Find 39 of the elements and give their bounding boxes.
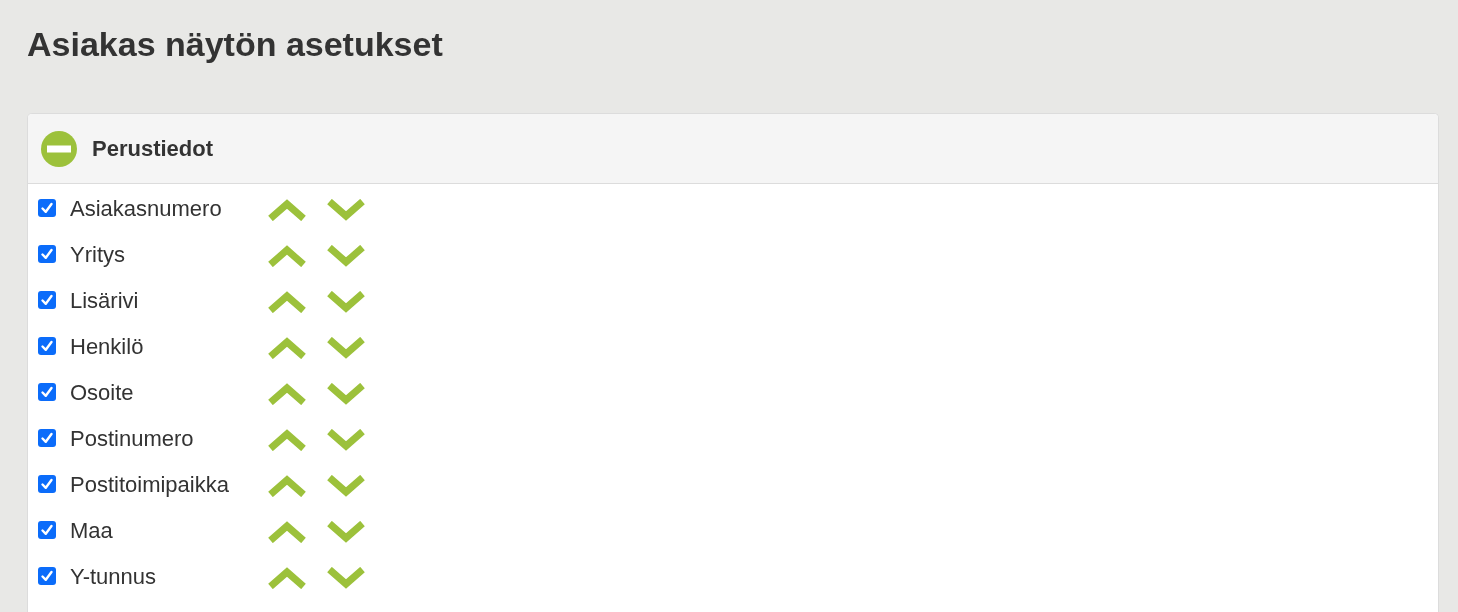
field-label: Yritys <box>70 242 126 268</box>
chevron-down-icon[interactable] <box>327 429 365 451</box>
chevron-down-icon[interactable] <box>327 383 365 405</box>
checkbox[interactable] <box>38 474 56 493</box>
checkbox[interactable] <box>38 382 56 401</box>
chevron-up-icon[interactable] <box>268 475 306 497</box>
field-label: Postinumero <box>70 426 195 452</box>
chevron-up-icon[interactable] <box>268 521 306 543</box>
chevron-up-icon[interactable] <box>268 429 306 451</box>
checkbox[interactable] <box>38 198 56 217</box>
field-label: Lisärivi <box>70 288 140 314</box>
field-label: Postitoimipaikka <box>70 472 230 498</box>
chevron-down-icon[interactable] <box>327 245 365 267</box>
minus-icon[interactable] <box>41 130 77 167</box>
chevron-down-icon[interactable] <box>327 567 365 589</box>
chevron-down-icon[interactable] <box>327 199 365 221</box>
chevron-up-icon[interactable] <box>268 245 306 267</box>
checkbox[interactable] <box>38 520 56 539</box>
checkbox[interactable] <box>38 428 56 447</box>
page-title: Asiakas näytön asetukset <box>27 24 443 64</box>
chevron-up-icon[interactable] <box>268 199 306 221</box>
field-label: Maa <box>70 518 114 544</box>
field-label: Y-tunnus <box>70 564 158 590</box>
checkbox[interactable] <box>38 336 56 355</box>
field-label: Osoite <box>70 380 135 406</box>
checkbox[interactable] <box>38 566 56 585</box>
chevron-down-icon[interactable] <box>327 475 365 497</box>
checkbox[interactable] <box>38 290 56 309</box>
chevron-up-icon[interactable] <box>268 291 306 313</box>
field-label: Asiakasnumero <box>70 196 223 222</box>
chevron-down-icon[interactable] <box>327 521 365 543</box>
field-label: Henkilö <box>70 334 145 360</box>
chevron-down-icon[interactable] <box>327 291 365 313</box>
section-title: Perustiedot <box>92 135 214 162</box>
chevron-up-icon[interactable] <box>268 337 306 359</box>
chevron-up-icon[interactable] <box>268 567 306 589</box>
chevron-down-icon[interactable] <box>327 337 365 359</box>
chevron-up-icon[interactable] <box>268 383 306 405</box>
checkbox[interactable] <box>38 244 56 263</box>
